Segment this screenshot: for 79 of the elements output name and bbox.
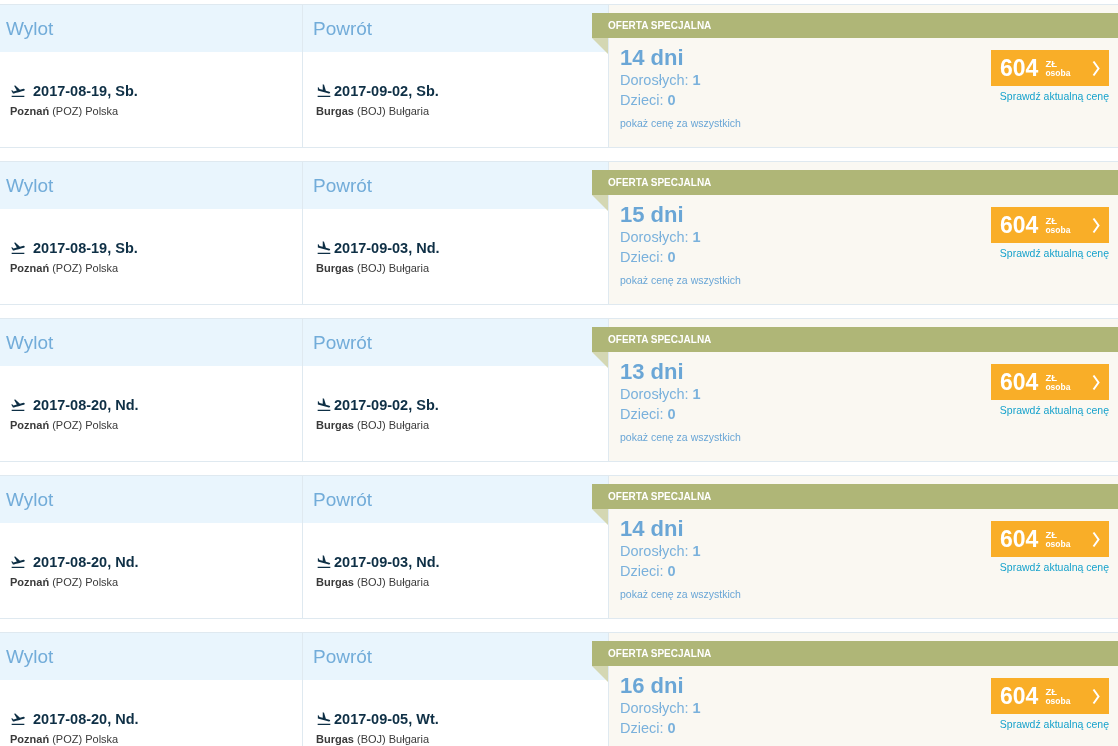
chevron-right-icon <box>1092 373 1100 391</box>
flight-date: 2017-08-20, Nd. <box>33 554 139 570</box>
check-price-link[interactable]: Sprawdź aktualną cenę <box>999 404 1109 417</box>
show-total-price-link[interactable]: pokaż cenę za wszystkich <box>620 588 741 601</box>
flight-date: 2017-09-02, Sb. <box>334 83 439 99</box>
plane-takeoff-icon <box>10 83 26 99</box>
ribbon-fold-icon <box>592 509 608 525</box>
special-offer-ribbon: OFERTA SPECJALNA <box>592 641 1118 666</box>
special-offer-ribbon: OFERTA SPECJALNA <box>592 484 1118 509</box>
children-count: Dzieci: 0 <box>620 719 676 738</box>
adults-count: Dorosłych: 1 <box>620 71 701 90</box>
adults-count: Dorosłych: 1 <box>620 385 701 404</box>
plane-takeoff-icon <box>10 711 26 727</box>
airport-location: Burgas (BOJ) Bułgaria <box>316 733 430 746</box>
flight-date: 2017-08-20, Nd. <box>33 711 139 727</box>
check-price-link[interactable]: Sprawdź aktualną cenę <box>999 247 1109 260</box>
plane-landing-icon <box>316 554 332 570</box>
show-total-price-link[interactable]: pokaż cenę za wszystkich <box>620 431 741 444</box>
chevron-right-icon <box>1092 687 1100 705</box>
chevron-right-icon <box>1092 530 1100 548</box>
airport-location: Burgas (BOJ) Bułgaria <box>316 262 430 275</box>
airport-location: Poznań (POZ) Polska <box>10 105 119 118</box>
flight-date: 2017-09-03, Nd. <box>334 554 440 570</box>
children-count: Dzieci: 0 <box>620 562 676 581</box>
special-offer-ribbon: OFERTA SPECJALNA <box>592 13 1118 38</box>
column-header: Powrót <box>303 476 608 523</box>
trip-duration: 14 dni <box>620 46 684 70</box>
plane-takeoff-icon <box>10 240 26 256</box>
plane-landing-icon <box>316 397 332 413</box>
ribbon-fold-icon <box>592 666 608 682</box>
flight-date: 2017-08-19, Sb. <box>33 83 138 99</box>
column-header: Wylot <box>0 476 302 523</box>
children-count: Dzieci: 0 <box>620 248 676 267</box>
trip-duration: 14 dni <box>620 517 684 541</box>
children-count: Dzieci: 0 <box>620 405 676 424</box>
plane-takeoff-icon <box>10 554 26 570</box>
column-header: Wylot <box>0 5 302 52</box>
trip-duration: 13 dni <box>620 360 684 384</box>
plane-landing-icon <box>316 240 332 256</box>
ribbon-fold-icon <box>592 352 608 368</box>
check-price-link[interactable]: Sprawdź aktualną cenę <box>999 561 1109 574</box>
airport-location: Burgas (BOJ) Bułgaria <box>316 419 430 432</box>
ribbon-fold-icon <box>592 195 608 211</box>
plane-landing-icon <box>316 711 332 727</box>
plane-landing-icon <box>316 83 332 99</box>
airport-location: Poznań (POZ) Polska <box>10 419 119 432</box>
flight-date: 2017-09-03, Nd. <box>334 240 440 256</box>
special-offer-ribbon: OFERTA SPECJALNA <box>592 327 1118 352</box>
column-header: Wylot <box>0 319 302 366</box>
plane-takeoff-icon <box>10 397 26 413</box>
show-total-price-link[interactable]: pokaż cenę za wszystkich <box>620 117 741 130</box>
children-count: Dzieci: 0 <box>620 91 676 110</box>
column-header: Powrót <box>303 633 608 680</box>
adults-count: Dorosłych: 1 <box>620 542 701 561</box>
airport-location: Burgas (BOJ) Bułgaria <box>316 576 430 589</box>
check-price-link[interactable]: Sprawdź aktualną cenę <box>999 718 1109 731</box>
chevron-right-icon <box>1092 216 1100 234</box>
flight-date: 2017-09-05, Wt. <box>334 711 439 727</box>
column-header: Wylot <box>0 633 302 680</box>
trip-duration: 16 dni <box>620 674 684 698</box>
airport-location: Poznań (POZ) Polska <box>10 733 119 746</box>
column-header: Powrót <box>303 162 608 209</box>
adults-count: Dorosłych: 1 <box>620 228 701 247</box>
airport-location: Poznań (POZ) Polska <box>10 262 119 275</box>
column-header: Powrót <box>303 319 608 366</box>
trip-duration: 15 dni <box>620 203 684 227</box>
check-price-link[interactable]: Sprawdź aktualną cenę <box>999 90 1109 103</box>
flight-date: 2017-09-02, Sb. <box>334 397 439 413</box>
flight-date: 2017-08-19, Sb. <box>33 240 138 256</box>
special-offer-ribbon: OFERTA SPECJALNA <box>592 170 1118 195</box>
chevron-right-icon <box>1092 59 1100 77</box>
airport-location: Poznań (POZ) Polska <box>10 576 119 589</box>
column-header: Powrót <box>303 5 608 52</box>
airport-location: Burgas (BOJ) Bułgaria <box>316 105 430 118</box>
column-header: Wylot <box>0 162 302 209</box>
adults-count: Dorosłych: 1 <box>620 699 701 718</box>
ribbon-fold-icon <box>592 38 608 54</box>
flight-date: 2017-08-20, Nd. <box>33 397 139 413</box>
show-total-price-link[interactable]: pokaż cenę za wszystkich <box>620 274 741 287</box>
